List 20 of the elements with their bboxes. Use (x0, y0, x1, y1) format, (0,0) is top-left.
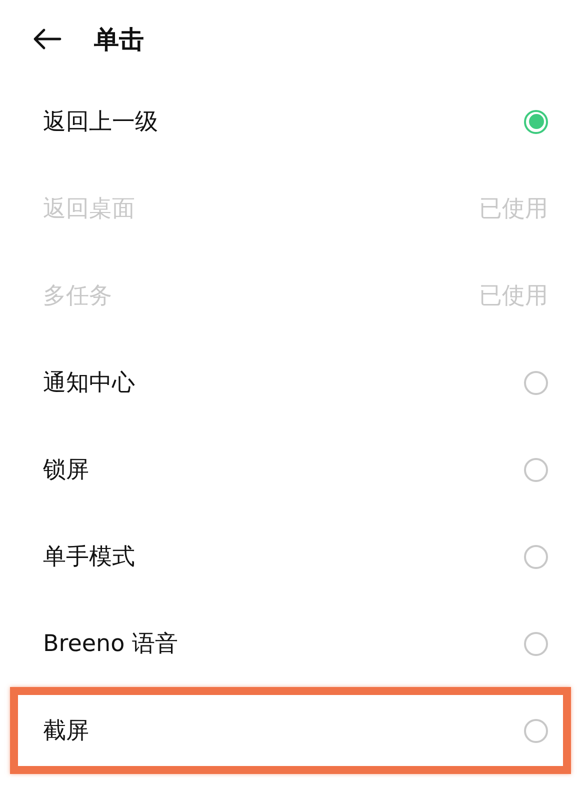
option-label: 截屏 (43, 717, 89, 746)
radio-button[interactable] (524, 718, 548, 742)
radio-button[interactable] (524, 632, 548, 656)
option-label: 锁屏 (43, 456, 89, 485)
option-row[interactable]: 锁屏 (10, 426, 571, 513)
radio-button[interactable] (524, 370, 548, 394)
radio-button[interactable] (524, 458, 548, 482)
option-row[interactable]: 通知中心 (10, 339, 571, 426)
radio-button[interactable] (524, 110, 548, 134)
page-title: 单击 (94, 24, 144, 56)
option-label: 通知中心 (43, 369, 135, 398)
back-arrow-icon[interactable] (32, 28, 62, 50)
highlighted-option-row[interactable]: 截屏 (10, 687, 571, 774)
radio-button[interactable] (524, 544, 548, 568)
option-row[interactable]: Breeno 语音 (10, 600, 571, 687)
option-label: 返回上一级 (43, 108, 158, 137)
option-row[interactable]: 返回上一级 (10, 78, 571, 165)
option-row[interactable]: 单手模式 (10, 513, 571, 600)
option-label: Breeno 语音 (43, 630, 178, 659)
option-label: 单手模式 (43, 543, 135, 572)
